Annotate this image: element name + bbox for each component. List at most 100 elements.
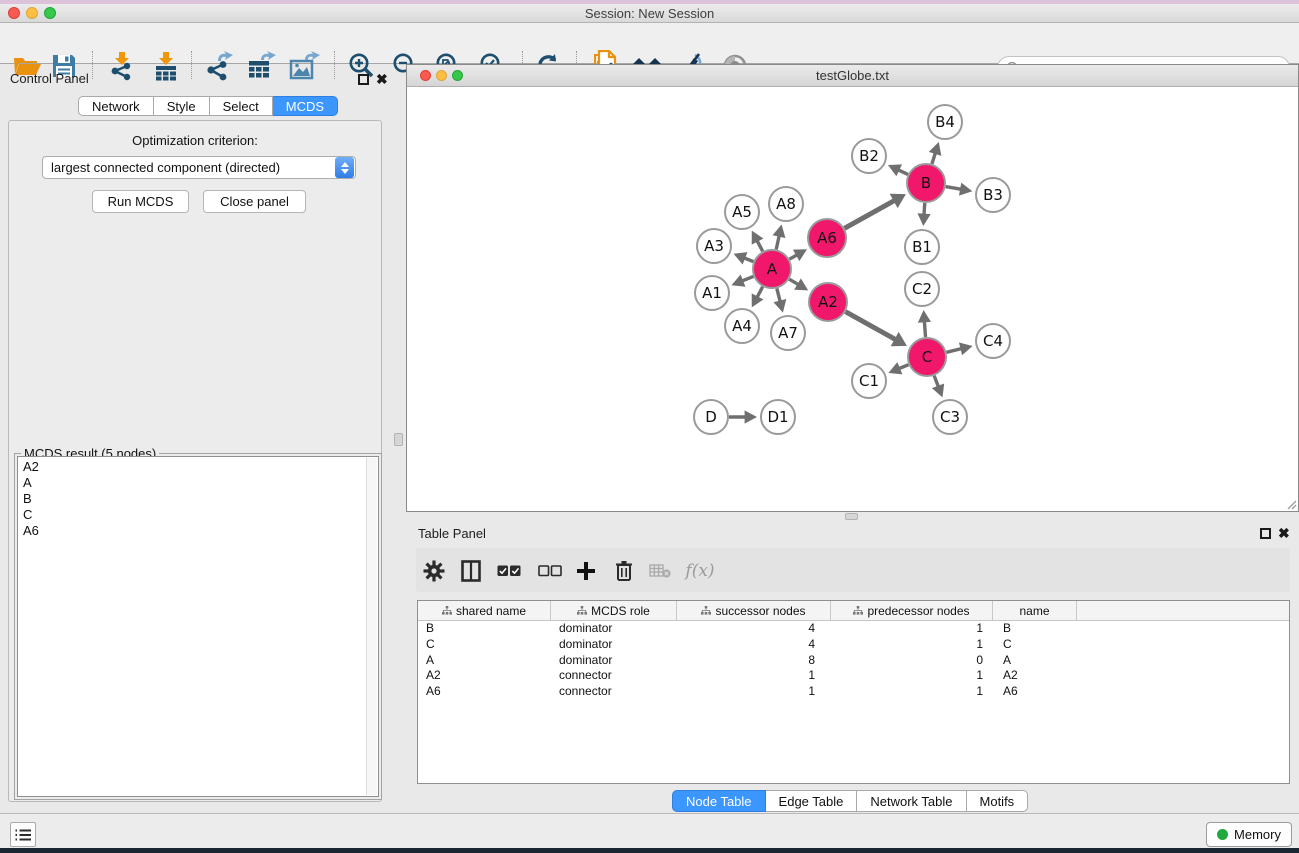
- table-cell[interactable]: connector: [551, 668, 677, 684]
- table-cell[interactable]: 1: [831, 621, 993, 637]
- column-header-shared-name[interactable]: shared name: [418, 601, 551, 620]
- column-header-name[interactable]: name: [993, 601, 1077, 620]
- result-item[interactable]: A: [18, 475, 378, 491]
- table-cell[interactable]: A2: [418, 668, 551, 684]
- table-cell[interactable]: dominator: [551, 637, 677, 653]
- mcds-result-list[interactable]: A2ABCA6: [17, 456, 379, 797]
- import-table-icon[interactable]: [148, 49, 184, 83]
- vertical-splitter-handle[interactable]: [394, 433, 403, 446]
- task-history-button[interactable]: [10, 822, 36, 847]
- table-row[interactable]: Adominator80A: [418, 653, 1289, 669]
- graph-node-label: A4: [732, 317, 752, 335]
- graph-edge[interactable]: [776, 235, 779, 250]
- export-image-icon[interactable]: [286, 49, 322, 83]
- select-all-icon[interactable]: [494, 558, 524, 584]
- network-close-button[interactable]: [420, 70, 431, 81]
- close-panel-button[interactable]: Close panel: [203, 190, 306, 213]
- graph-edge[interactable]: [844, 200, 895, 228]
- table-cell[interactable]: A: [418, 653, 551, 669]
- network-window-titlebar[interactable]: testGlobe.txt: [407, 65, 1298, 87]
- unselect-all-icon[interactable]: [535, 558, 565, 584]
- result-item[interactable]: B: [18, 491, 378, 507]
- network-canvas[interactable]: B4B2BB3A5A8A6A3AB1A1C2A4A7A2CC4C1C3DD1: [407, 87, 1298, 511]
- table-row[interactable]: Bdominator41B: [418, 621, 1289, 637]
- window-minimize-button[interactable]: [26, 7, 38, 19]
- table-cell[interactable]: A: [993, 653, 1077, 669]
- network-graph[interactable]: B4B2BB3A5A8A6A3AB1A1C2A4A7A2CC4C1C3DD1: [407, 87, 1298, 511]
- table-cell[interactable]: A6: [993, 684, 1077, 700]
- column-header-predecessor-nodes[interactable]: predecessor nodes: [831, 601, 993, 620]
- resize-grip-icon[interactable]: [1285, 498, 1297, 510]
- table-row[interactable]: A6connector11A6: [418, 684, 1289, 700]
- memory-button[interactable]: Memory: [1206, 822, 1292, 847]
- graph-edge[interactable]: [924, 320, 925, 337]
- table-cell[interactable]: 1: [831, 668, 993, 684]
- table-cell[interactable]: 1: [677, 668, 831, 684]
- control-panel-float-icon[interactable]: [358, 74, 369, 85]
- table-row[interactable]: A2connector11A2: [418, 668, 1289, 684]
- table-cell[interactable]: dominator: [551, 653, 677, 669]
- export-table-icon[interactable]: [243, 49, 279, 83]
- table-cell[interactable]: connector: [551, 684, 677, 700]
- graph-edge[interactable]: [777, 288, 781, 302]
- table-tab-node-table[interactable]: Node Table: [672, 790, 766, 812]
- tab-style[interactable]: Style: [154, 96, 210, 116]
- run-mcds-button[interactable]: Run MCDS: [92, 190, 189, 213]
- result-scrollbar[interactable]: [366, 458, 377, 795]
- table-cell[interactable]: 0: [831, 653, 993, 669]
- column-header-mcds-role[interactable]: MCDS role: [551, 601, 677, 620]
- table-cell[interactable]: C: [993, 637, 1077, 653]
- table-cell[interactable]: 4: [677, 621, 831, 637]
- result-item[interactable]: A6: [18, 523, 378, 539]
- function-builder-icon[interactable]: f(x): [685, 558, 715, 584]
- graph-node-label: A1: [702, 284, 722, 302]
- optimization-criterion-label: Optimization criterion:: [8, 133, 382, 148]
- table-cell[interactable]: 1: [677, 684, 831, 700]
- columns-icon[interactable]: [456, 558, 486, 584]
- list-icon: [15, 828, 31, 842]
- network-zoom-button[interactable]: [452, 70, 463, 81]
- network-minimize-button[interactable]: [436, 70, 447, 81]
- window-close-button[interactable]: [8, 7, 20, 19]
- table-panel-close-icon[interactable]: ✖: [1278, 528, 1290, 539]
- horizontal-splitter-handle[interactable]: [845, 513, 858, 520]
- table-cell[interactable]: dominator: [551, 621, 677, 637]
- table-cell[interactable]: A2: [993, 668, 1077, 684]
- gear-icon[interactable]: [419, 558, 449, 584]
- column-header-successor-nodes[interactable]: successor nodes: [677, 601, 831, 620]
- tab-network[interactable]: Network: [78, 96, 154, 116]
- graph-edge[interactable]: [946, 187, 962, 190]
- toolbar-separator: [334, 51, 335, 79]
- table-cell[interactable]: A6: [418, 684, 551, 700]
- delete-table-icon[interactable]: [645, 558, 675, 584]
- import-network-icon[interactable]: [103, 49, 139, 83]
- window-zoom-button[interactable]: [44, 7, 56, 19]
- network-window-title: testGlobe.txt: [816, 68, 889, 83]
- table-cell[interactable]: B: [993, 621, 1077, 637]
- table-tab-network-table[interactable]: Network Table: [857, 790, 966, 812]
- export-network-icon[interactable]: [201, 49, 237, 83]
- graph-edge[interactable]: [946, 348, 962, 352]
- table-cell[interactable]: B: [418, 621, 551, 637]
- table-cell[interactable]: C: [418, 637, 551, 653]
- table-tab-motifs[interactable]: Motifs: [967, 790, 1029, 812]
- graph-edge[interactable]: [845, 312, 896, 340]
- delete-column-icon[interactable]: [609, 558, 639, 584]
- graph-edge-arrowhead: [917, 213, 930, 226]
- table-tab-edge-table[interactable]: Edge Table: [766, 790, 858, 812]
- table-cell[interactable]: 1: [831, 684, 993, 700]
- graph-node-label: C: [922, 348, 932, 366]
- add-column-icon[interactable]: [571, 558, 601, 584]
- optimization-select[interactable]: largest connected component (directed): [42, 156, 356, 179]
- table-panel-float-icon[interactable]: [1260, 528, 1271, 539]
- result-item[interactable]: A2: [18, 457, 378, 475]
- table-cell[interactable]: 4: [677, 637, 831, 653]
- tab-select[interactable]: Select: [210, 96, 273, 116]
- table-cell[interactable]: 8: [677, 653, 831, 669]
- result-item[interactable]: C: [18, 507, 378, 523]
- control-panel-close-icon[interactable]: ✖: [376, 74, 388, 85]
- node-table[interactable]: shared nameMCDS rolesuccessor nodesprede…: [417, 600, 1290, 784]
- table-row[interactable]: Cdominator41C: [418, 637, 1289, 653]
- tab-mcds[interactable]: MCDS: [273, 96, 338, 116]
- table-cell[interactable]: 1: [831, 637, 993, 653]
